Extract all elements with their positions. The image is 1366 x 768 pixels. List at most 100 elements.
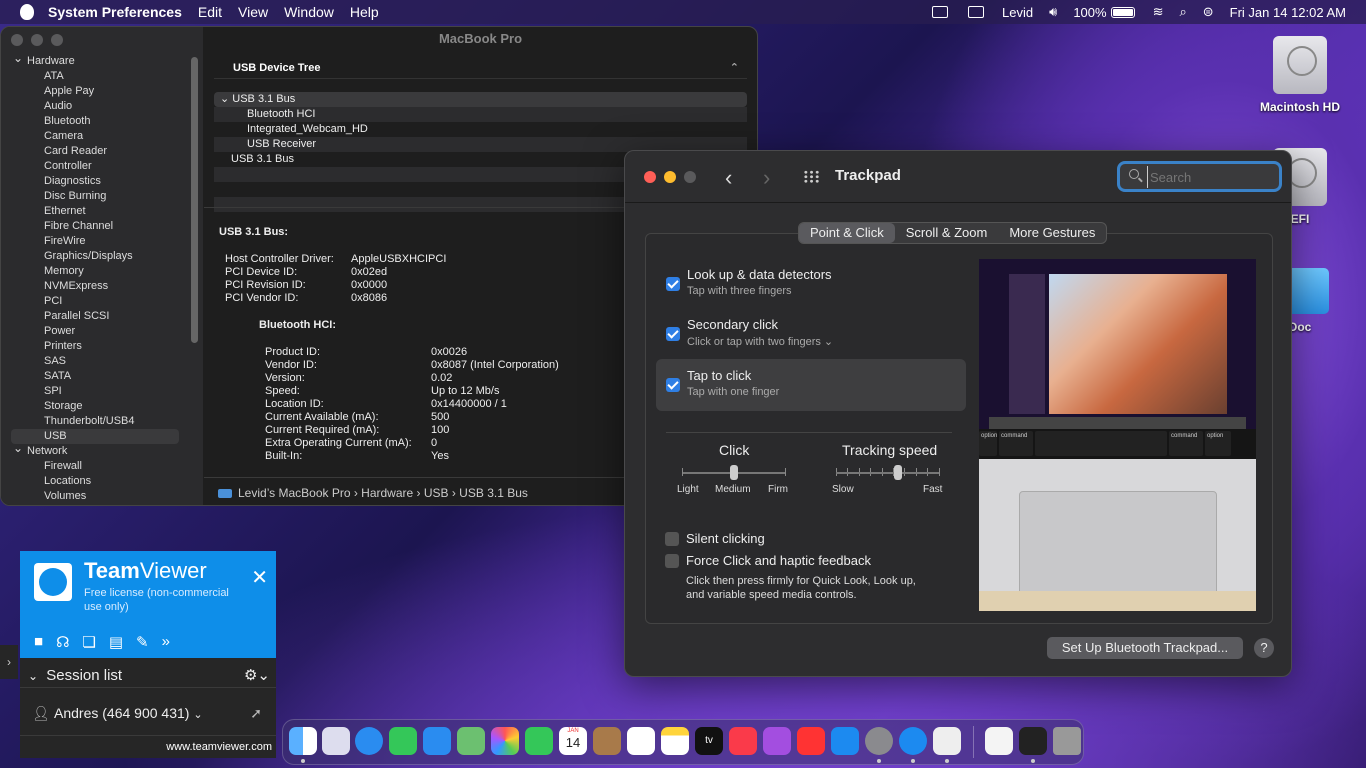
back-icon[interactable]: ‹: [725, 165, 732, 191]
secondary-click-dropdown[interactable]: Click or tap with two fingers ⌄: [687, 335, 833, 348]
teamviewer-expand-tab[interactable]: ›: [0, 645, 18, 679]
sidebar-item[interactable]: Graphics/Displays: [1, 249, 191, 264]
sidebar-item[interactable]: Ethernet: [1, 204, 191, 219]
minimize-button[interactable]: [664, 171, 676, 183]
sidebar-item[interactable]: Volumes: [1, 489, 191, 504]
screenshot-icon[interactable]: [1019, 727, 1047, 755]
sidebar-item[interactable]: PCI: [1, 294, 191, 309]
force-click-checkbox[interactable]: [665, 554, 679, 568]
sidebar-item[interactable]: SATA: [1, 369, 191, 384]
messages-icon[interactable]: [389, 727, 417, 755]
option-look-up[interactable]: Look up & data detectors Tap with three …: [656, 258, 966, 310]
tracking-slider-track[interactable]: [836, 472, 939, 474]
safari-icon[interactable]: [355, 727, 383, 755]
battery-icon[interactable]: [1110, 6, 1135, 18]
activity-monitor-icon[interactable]: [932, 6, 949, 18]
sidebar-item[interactable]: Parallel SCSI: [1, 309, 191, 324]
sidebar-item[interactable]: Power: [1, 324, 191, 339]
notes-icon[interactable]: [661, 727, 689, 755]
secondary-click-checkbox[interactable]: [666, 327, 680, 341]
zoom-button[interactable]: [684, 171, 696, 183]
apple-menu-icon[interactable]: [20, 4, 34, 20]
trash-icon[interactable]: [1053, 727, 1081, 755]
cursor-icon[interactable]: ➚: [250, 698, 262, 728]
sidebar-item[interactable]: Audio: [1, 99, 191, 114]
help-button[interactable]: ?: [1254, 638, 1274, 658]
option-tap-to-click[interactable]: Tap to click Tap with one finger: [656, 359, 966, 411]
collapse-icon[interactable]: ⌃: [730, 57, 739, 79]
volume-icon[interactable]: 🔊︎: [1041, 4, 1065, 20]
app-menu[interactable]: System Preferences: [34, 4, 190, 20]
sidebar-item[interactable]: Disc Burning: [1, 189, 191, 204]
sidebar-scrollbar[interactable]: [191, 57, 198, 343]
sidebar-item[interactable]: Apple Pay: [1, 84, 191, 99]
sidebar-item[interactable]: FireWire: [1, 234, 191, 249]
sidebar-item[interactable]: Fibre Channel: [1, 219, 191, 234]
menu-help[interactable]: Help: [342, 4, 387, 20]
launchpad-icon[interactable]: [322, 727, 350, 755]
app-store-icon[interactable]: [831, 727, 859, 755]
desktop-icon-macintosh-hd[interactable]: Macintosh HD: [1255, 36, 1345, 114]
teamviewer-icon[interactable]: [899, 727, 927, 755]
sidebar-item[interactable]: Controller: [1, 159, 191, 174]
sidebar-group[interactable]: Hardware: [1, 51, 191, 69]
menu-window[interactable]: Window: [276, 4, 342, 20]
click-slider-knob[interactable]: [730, 465, 738, 480]
look-up-checkbox[interactable]: [666, 277, 680, 291]
control-center-icon[interactable]: ⊜: [1195, 4, 1222, 20]
calendar-icon[interactable]: JAN 14: [559, 727, 587, 755]
document-icon[interactable]: [985, 727, 1013, 755]
reminders-icon[interactable]: [627, 727, 655, 755]
search-input[interactable]: [1147, 166, 1272, 188]
teamviewer-url[interactable]: www.teamviewer.com: [20, 735, 276, 758]
chat-icon[interactable]: ❏: [82, 633, 95, 651]
video-icon[interactable]: ■: [34, 633, 43, 651]
usb-tree-row[interactable]: ⌄ USB 3.1 Bus: [214, 92, 747, 107]
gear-icon[interactable]: ⚙⌄: [244, 664, 270, 688]
sidebar-item[interactable]: Storage: [1, 399, 191, 414]
usb-tree-header[interactable]: USB Device Tree ⌃: [214, 57, 747, 79]
clock[interactable]: Fri Jan 14 12:02 AM: [1222, 5, 1366, 20]
user-menu[interactable]: Levid: [994, 5, 1041, 20]
sidebar-item[interactable]: ATA: [1, 69, 191, 84]
close-button[interactable]: [11, 34, 23, 46]
tab-scroll-zoom[interactable]: Scroll & Zoom: [895, 223, 999, 243]
silent-clicking-label[interactable]: Silent clicking: [686, 531, 765, 546]
headset-icon[interactable]: ☊: [56, 633, 69, 651]
sidebar-item[interactable]: Memory: [1, 264, 191, 279]
sidebar-item[interactable]: Card Reader: [1, 144, 191, 159]
tab-more-gestures[interactable]: More Gestures: [998, 223, 1106, 243]
sidebar-group[interactable]: Network: [1, 441, 191, 459]
option-secondary-click[interactable]: Secondary click Click or tap with two fi…: [656, 308, 966, 360]
more-icon[interactable]: »: [162, 633, 170, 651]
force-click-label[interactable]: Force Click and haptic feedback: [686, 553, 871, 568]
sidebar-item[interactable]: NVMExpress: [1, 279, 191, 294]
photos-icon[interactable]: [491, 727, 519, 755]
zoom-button[interactable]: [51, 34, 63, 46]
sidebar-item[interactable]: Camera: [1, 129, 191, 144]
tap-to-click-checkbox[interactable]: [666, 378, 680, 392]
forward-icon[interactable]: ›: [763, 165, 770, 191]
usb-tree-row[interactable]: Integrated_Webcam_HD: [214, 122, 747, 137]
tab-point-click[interactable]: Point & Click: [799, 223, 895, 243]
session-contact[interactable]: 👤︎ Andres (464 900 431) ⌄ ➚: [20, 698, 276, 728]
minimize-button[interactable]: [31, 34, 43, 46]
contacts-icon[interactable]: [593, 727, 621, 755]
podcasts-icon[interactable]: [763, 727, 791, 755]
close-icon[interactable]: ✕: [251, 565, 268, 590]
menu-view[interactable]: View: [230, 4, 276, 20]
usb-tree-row[interactable]: Bluetooth HCI: [214, 107, 747, 122]
news-icon[interactable]: [797, 727, 825, 755]
music-icon[interactable]: [729, 727, 757, 755]
search-icon[interactable]: ⌕: [1171, 4, 1194, 20]
search-field[interactable]: [1117, 161, 1282, 192]
files-icon[interactable]: ▤: [109, 633, 123, 651]
sidebar-item[interactable]: SAS: [1, 354, 191, 369]
sidebar-item[interactable]: USB: [11, 429, 179, 444]
sidebar-item[interactable]: Printers: [1, 339, 191, 354]
menu-edit[interactable]: Edit: [190, 4, 230, 20]
tracking-slider-knob[interactable]: [893, 465, 902, 480]
wifi-icon[interactable]: ≋: [1145, 4, 1172, 20]
system-preferences-icon[interactable]: [865, 727, 893, 755]
sidebar-item[interactable]: Locations: [1, 474, 191, 489]
